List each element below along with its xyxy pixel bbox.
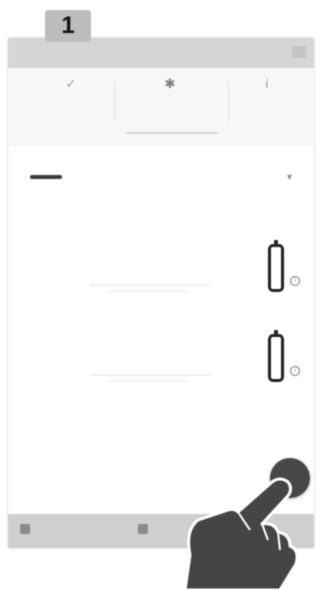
battery-icon	[268, 330, 284, 382]
active-tab-indicator	[126, 132, 218, 134]
tab-bar: ✓ ✱ i	[8, 68, 314, 168]
nav-icon	[138, 524, 148, 534]
info-icon: i	[290, 276, 300, 286]
device-icon	[30, 175, 62, 179]
status-bar	[8, 38, 314, 68]
placeholder-line	[108, 290, 188, 292]
tab-separator	[228, 82, 229, 122]
nav-icon	[20, 524, 30, 534]
bottom-nav-item[interactable]	[20, 524, 34, 534]
chevron-down-icon[interactable]: ▾	[287, 172, 292, 183]
placeholder-line	[90, 374, 210, 376]
info-icon: i	[265, 76, 269, 91]
placeholder-line	[108, 380, 188, 382]
list-item[interactable]: i	[8, 240, 314, 320]
stats-icon: ✓	[65, 76, 77, 91]
placeholder-line	[90, 284, 210, 286]
device-header[interactable]: ▾	[18, 166, 304, 210]
tab-stats[interactable]: ✓	[36, 76, 106, 132]
status-icon	[292, 46, 306, 58]
step-number: 1	[61, 12, 75, 39]
settings-icon: ✱	[164, 76, 176, 91]
tap-gesture-hand-icon	[183, 477, 299, 590]
tab-settings[interactable]: ✱	[120, 76, 220, 132]
step-number-badge: 1	[45, 10, 91, 42]
list-item[interactable]: i	[8, 330, 314, 410]
tab-separator	[114, 82, 115, 122]
battery-icon	[268, 240, 284, 292]
info-icon: i	[290, 366, 300, 376]
tab-info[interactable]: i	[232, 76, 302, 132]
